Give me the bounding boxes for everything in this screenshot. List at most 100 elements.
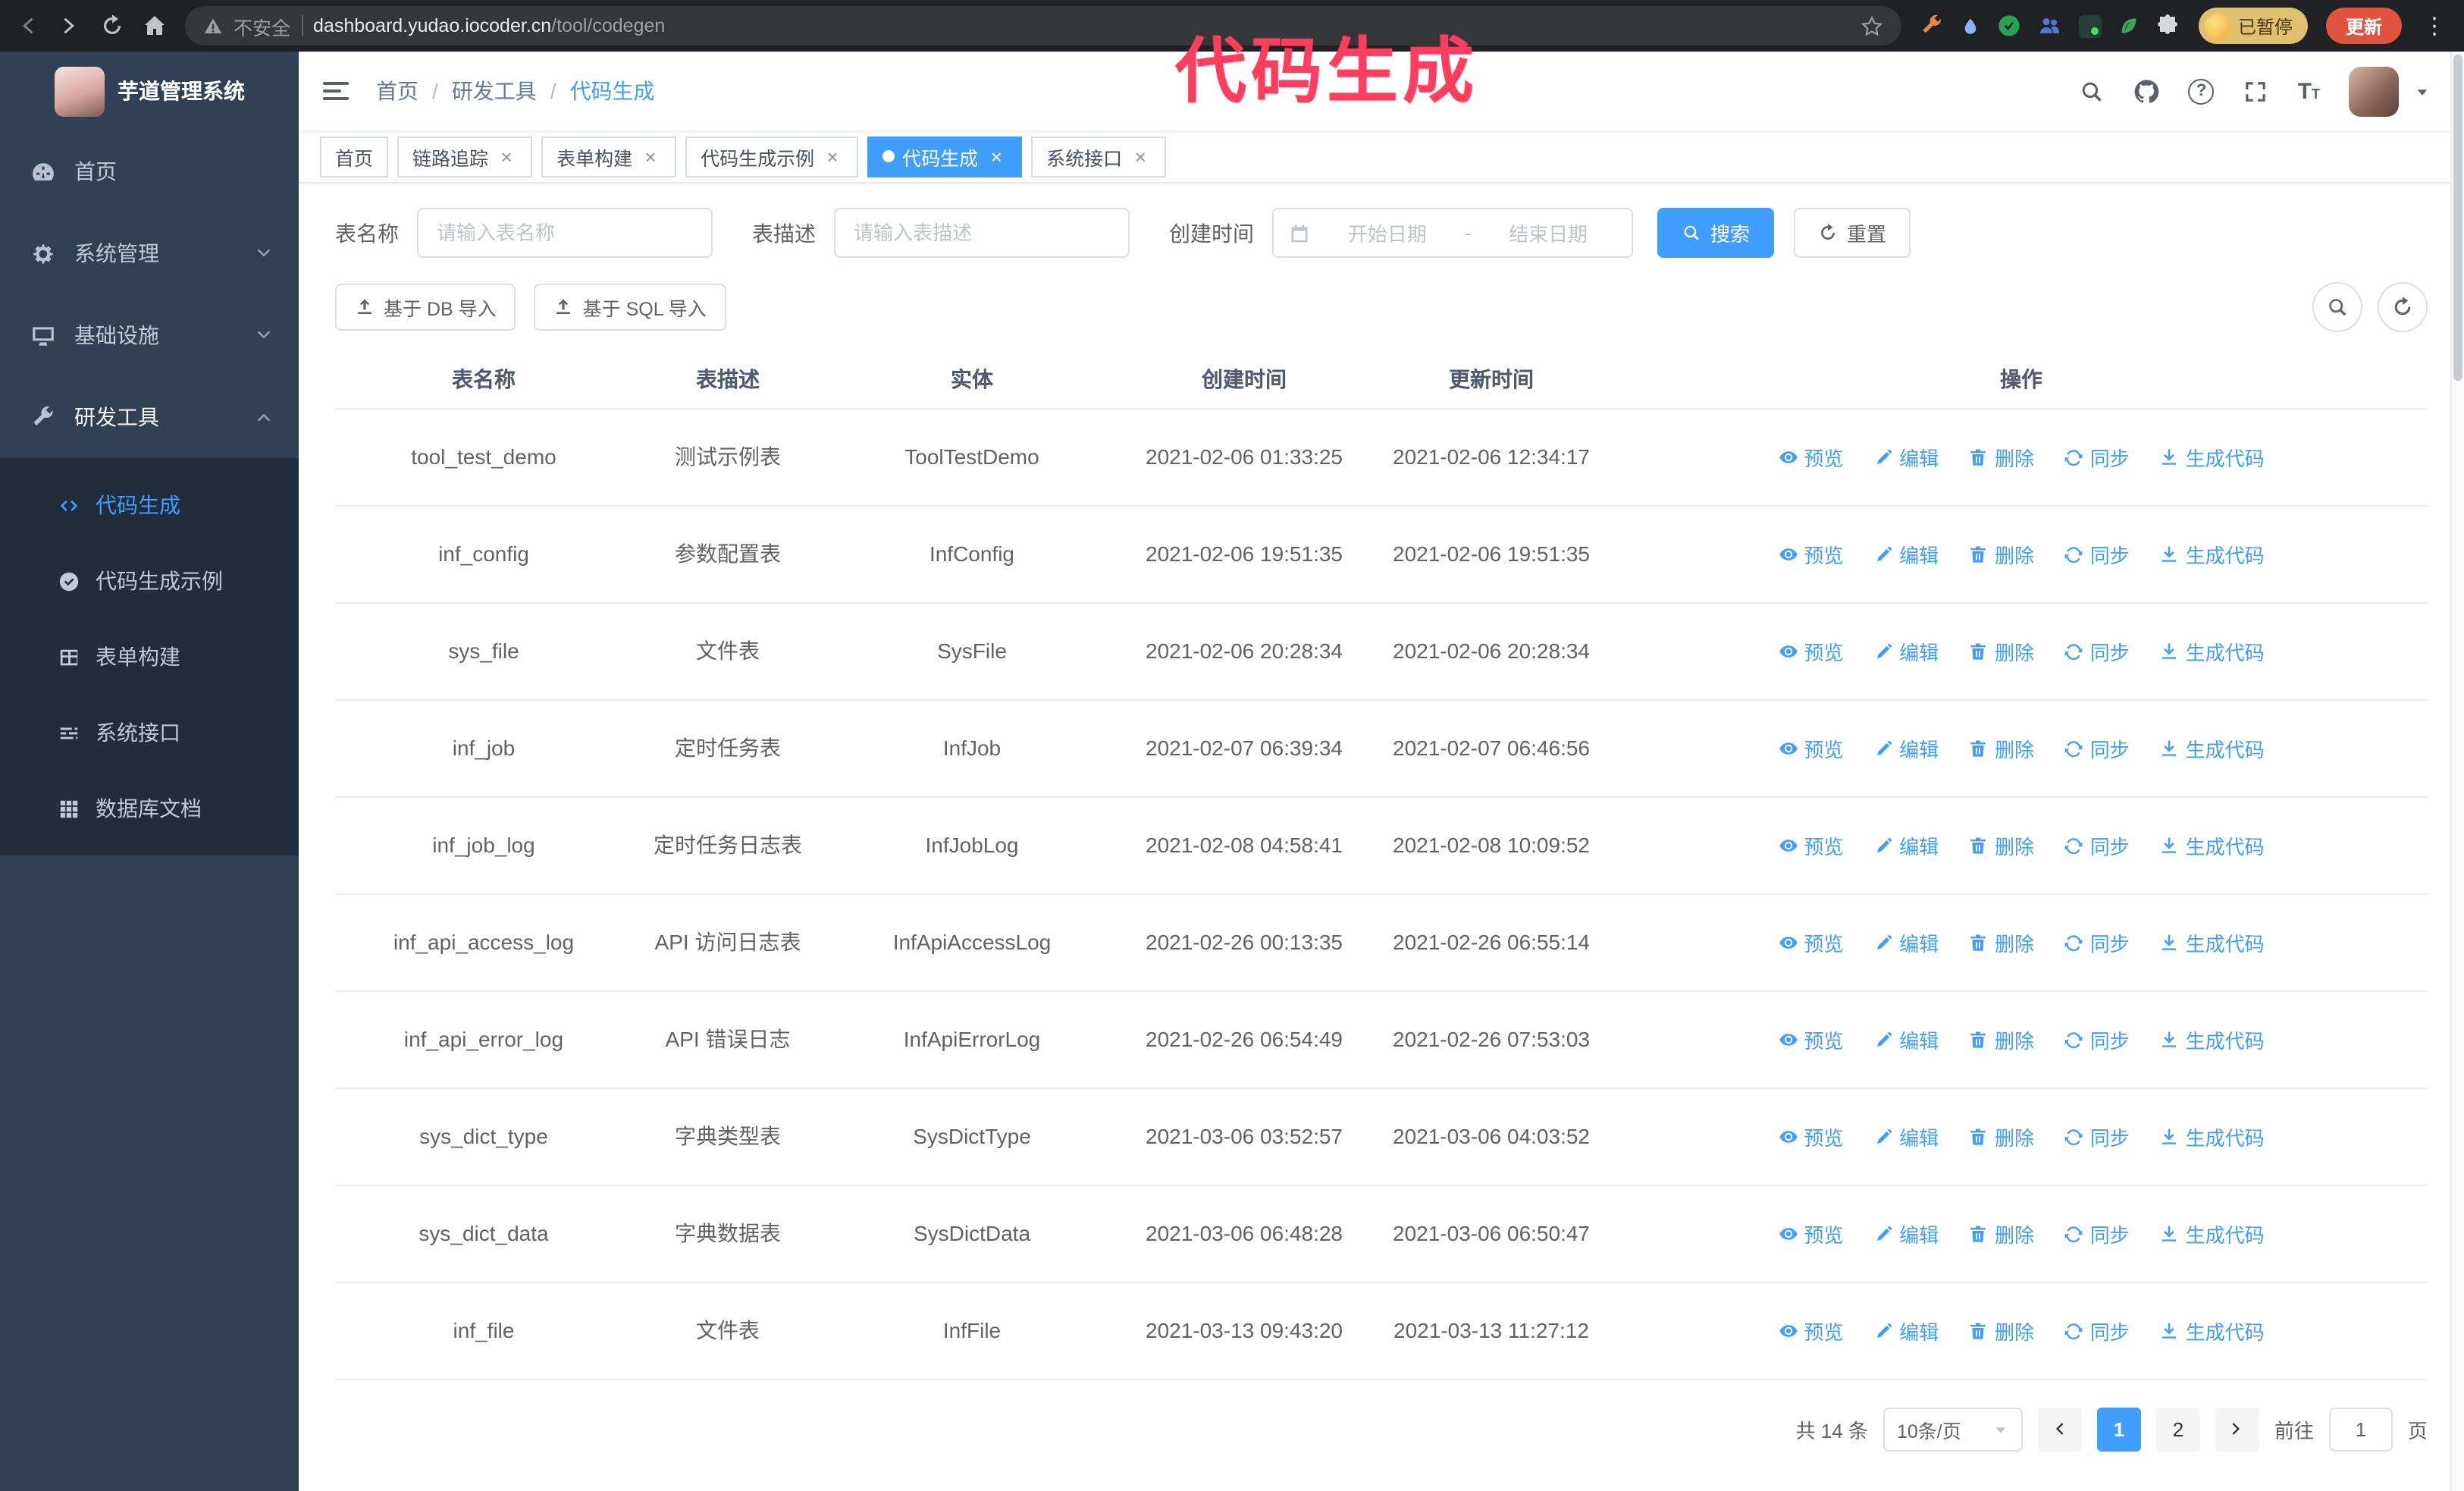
page-size-select[interactable]: 10条/页 <box>1882 1407 2023 1451</box>
generate-code-link[interactable]: 生成代码 <box>2160 1316 2265 1345</box>
generate-code-link[interactable]: 生成代码 <box>2160 636 2265 665</box>
sync-link[interactable]: 同步 <box>2064 1122 2130 1150</box>
preview-link[interactable]: 预览 <box>1778 1219 1843 1248</box>
sidebar-subitem-codegen-example[interactable]: 代码生成示例 <box>0 543 299 619</box>
close-tab-icon[interactable]: × <box>496 145 517 168</box>
ext-box-icon[interactable] <box>2078 14 2102 37</box>
sync-link[interactable]: 同步 <box>2064 1219 2130 1248</box>
preview-link[interactable]: 预览 <box>1778 1025 1843 1053</box>
toggle-search-button[interactable] <box>2312 282 2362 332</box>
ext-people-icon[interactable] <box>2038 14 2062 38</box>
caret-down-icon[interactable] <box>2414 83 2431 99</box>
import-db-button[interactable]: 基于 DB 导入 <box>335 284 516 331</box>
tab-codegen[interactable]: 代码生成 × <box>867 136 1023 177</box>
generate-code-link[interactable]: 生成代码 <box>2160 1122 2265 1150</box>
sidebar-item-dev-tools[interactable]: 研发工具 <box>0 376 299 458</box>
ext-tool-icon[interactable] <box>1920 14 1944 38</box>
generate-code-link[interactable]: 生成代码 <box>2160 539 2265 568</box>
search-button[interactable]: 搜索 <box>1657 208 1775 258</box>
sync-link[interactable]: 同步 <box>2064 830 2130 859</box>
breadcrumb-home[interactable]: 首页 <box>376 76 419 106</box>
delete-link[interactable]: 删除 <box>1969 830 2034 859</box>
import-sql-button[interactable]: 基于 SQL 导入 <box>534 284 726 331</box>
reload-icon[interactable] <box>100 14 124 38</box>
edit-link[interactable]: 编辑 <box>1873 539 1939 568</box>
sync-link[interactable]: 同步 <box>2064 928 2130 956</box>
fullscreen-icon[interactable] <box>2243 78 2269 104</box>
preview-link[interactable]: 预览 <box>1778 1316 1843 1345</box>
profile-paused-badge[interactable]: 已暂停 <box>2198 8 2308 44</box>
edit-link[interactable]: 编辑 <box>1873 928 1939 956</box>
generate-code-link[interactable]: 生成代码 <box>2160 733 2265 762</box>
ext-shield-check-icon[interactable] <box>1997 14 2021 38</box>
app-logo[interactable]: 芋道管理系统 <box>0 52 299 130</box>
edit-link[interactable]: 编辑 <box>1873 733 1939 762</box>
extensions-puzzle-icon[interactable] <box>2156 14 2180 38</box>
hamburger-icon[interactable] <box>299 52 373 130</box>
delete-link[interactable]: 删除 <box>1969 539 2034 568</box>
create-time-range-picker[interactable]: 开始日期 - 结束日期 <box>1272 208 1633 258</box>
help-icon[interactable]: ? <box>2188 78 2215 104</box>
search-icon[interactable] <box>2080 78 2105 104</box>
sidebar-item-system-management[interactable]: 系统管理 <box>0 212 299 294</box>
preview-link[interactable]: 预览 <box>1778 636 1843 665</box>
url-bar[interactable]: 不安全 dashboard.yudao.iocoder.cn/tool/code… <box>185 6 1901 46</box>
close-tab-icon[interactable]: × <box>640 145 661 168</box>
preview-link[interactable]: 预览 <box>1778 733 1843 762</box>
sync-link[interactable]: 同步 <box>2064 636 2130 665</box>
generate-code-link[interactable]: 生成代码 <box>2160 830 2265 859</box>
tab-form-builder[interactable]: 表单构建 × <box>541 136 677 177</box>
generate-code-link[interactable]: 生成代码 <box>2160 442 2265 471</box>
sidebar-subitem-db-doc[interactable]: 数据库文档 <box>0 771 299 846</box>
sync-link[interactable]: 同步 <box>2064 1316 2130 1345</box>
delete-link[interactable]: 删除 <box>1969 928 2034 956</box>
preview-link[interactable]: 预览 <box>1778 830 1843 859</box>
sync-link[interactable]: 同步 <box>2064 1025 2130 1053</box>
ext-drop-icon[interactable] <box>1961 16 1980 36</box>
preview-link[interactable]: 预览 <box>1778 539 1843 568</box>
page-1-button[interactable]: 1 <box>2096 1407 2141 1451</box>
edit-link[interactable]: 编辑 <box>1873 1025 1939 1053</box>
edit-link[interactable]: 编辑 <box>1873 636 1939 665</box>
table-name-input[interactable] <box>417 208 713 258</box>
reset-button[interactable]: 重置 <box>1794 208 1911 258</box>
delete-link[interactable]: 删除 <box>1969 733 2034 762</box>
edit-link[interactable]: 编辑 <box>1873 830 1939 859</box>
table-desc-input[interactable] <box>834 208 1130 258</box>
ext-leaf-icon[interactable] <box>2118 15 2140 36</box>
generate-code-link[interactable]: 生成代码 <box>2160 1025 2265 1053</box>
tab-home[interactable]: 首页 <box>320 136 389 177</box>
tab-codegen-example[interactable]: 代码生成示例 × <box>685 136 859 177</box>
sync-link[interactable]: 同步 <box>2064 539 2130 568</box>
prev-page-button[interactable] <box>2037 1407 2082 1451</box>
delete-link[interactable]: 删除 <box>1969 1122 2034 1150</box>
breadcrumb-dev-tools[interactable]: 研发工具 <box>452 76 537 106</box>
close-tab-icon[interactable]: × <box>822 145 843 168</box>
chrome-menu-icon[interactable]: ⋮ <box>2420 12 2449 39</box>
sidebar-subitem-form-builder[interactable]: 表单构建 <box>0 619 299 695</box>
delete-link[interactable]: 删除 <box>1969 1025 2034 1053</box>
font-size-icon[interactable]: TT <box>2298 80 2320 102</box>
sync-link[interactable]: 同步 <box>2064 733 2130 762</box>
sidebar-item-home[interactable]: 首页 <box>0 130 299 212</box>
tab-trace[interactable]: 链路追踪 × <box>397 136 533 177</box>
sync-link[interactable]: 同步 <box>2064 442 2130 471</box>
refresh-table-button[interactable] <box>2378 282 2428 332</box>
delete-link[interactable]: 删除 <box>1969 636 2034 665</box>
close-tab-icon[interactable]: × <box>986 145 1007 168</box>
delete-link[interactable]: 删除 <box>1969 1316 2034 1345</box>
bookmark-star-icon[interactable] <box>1861 14 1883 37</box>
next-page-button[interactable] <box>2215 1407 2259 1451</box>
delete-link[interactable]: 删除 <box>1969 442 2034 471</box>
chrome-update-button[interactable]: 更新 <box>2325 8 2402 44</box>
github-icon[interactable] <box>2134 78 2160 104</box>
generate-code-link[interactable]: 生成代码 <box>2160 928 2265 956</box>
preview-link[interactable]: 预览 <box>1778 442 1843 471</box>
delete-link[interactable]: 删除 <box>1969 1219 2034 1248</box>
sidebar-item-infrastructure[interactable]: 基础设施 <box>0 294 299 376</box>
generate-code-link[interactable]: 生成代码 <box>2160 1219 2265 1248</box>
preview-link[interactable]: 预览 <box>1778 928 1843 956</box>
edit-link[interactable]: 编辑 <box>1873 1122 1939 1150</box>
page-2-button[interactable]: 2 <box>2155 1407 2200 1451</box>
home-icon[interactable] <box>143 14 167 38</box>
